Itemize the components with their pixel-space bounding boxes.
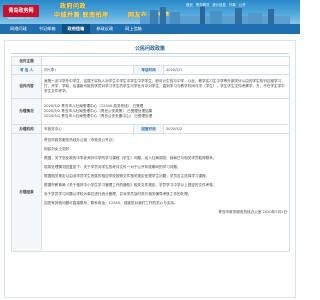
nav-online-mailbox[interactable]: 网上信箱 bbox=[119, 24, 148, 34]
result-line: 如您有其他问题可直接联系，联系电话：12345。感谢您对我们工作的关心与支持。 bbox=[44, 201, 178, 205]
nav-political-participation[interactable]: 参政议政 bbox=[90, 24, 119, 34]
top-link-home[interactable]: 首页 bbox=[186, 2, 193, 8]
write-date-label: 写信时间 bbox=[133, 65, 164, 75]
result-line: 对于学员学习问题以学校为单位进行统计管理，并对学员及时进行相关辅导考核工作的处理… bbox=[44, 192, 192, 196]
site-logo[interactable]: 青岛政务网 bbox=[3, 5, 39, 17]
result-line: 青岛市政务服务热线办公室（市政务公开办） bbox=[44, 138, 116, 142]
slogan-1: 政府问政 bbox=[60, 3, 87, 10]
result-line: 现将处理情况回复如下：关于学员对学生的考评文件一对于公开年底期间的学习问题。 bbox=[44, 165, 181, 169]
result-line: 根据相关规定以由该学员学生所属的相应学校按照文件相关规定处理学生问题；学员自主选… bbox=[44, 174, 210, 178]
subject-label: 信件主题 bbox=[11, 56, 42, 66]
site-logo-url: www.qingdao.gov.cn bbox=[7, 17, 35, 20]
letter-detail-panel: 公民问政政策 信件主题 写 信 人 刘*(李) 写信时间 2020/5/1 信件… bbox=[4, 40, 296, 298]
writer-value: 刘*(李) bbox=[41, 65, 134, 75]
department-value: 市政务中心 bbox=[41, 124, 134, 134]
question-label: 信件内容 bbox=[11, 74, 42, 99]
nav-secretary-mailbox[interactable]: 书记邮箱 bbox=[33, 24, 62, 34]
handling-line: 2020/5/2 青岛市人社局受理中心（青岛公安处置中心） 已受理处理 bbox=[44, 114, 153, 119]
main-nav: 网络问政 书记邮箱 政府信箱 参政议政 网上信箱 bbox=[0, 24, 300, 34]
table-row: 办理机构 市政务中心 回复时间 2020/5/2 bbox=[11, 124, 291, 134]
top-link-overview[interactable]: 青岛概况 bbox=[196, 2, 210, 8]
top-link-foreign[interactable]: 外事 bbox=[229, 2, 236, 8]
table-row: 信件主题 bbox=[11, 56, 291, 66]
reply-date-label: 回复时间 bbox=[133, 124, 164, 134]
department-label: 办理机构 bbox=[11, 124, 42, 134]
top-link-statistics[interactable]: 统计信息 bbox=[212, 2, 226, 8]
handling-list: 2020/5/2 青岛市人社局受理中心（12345 政务热线） 已受理 2020… bbox=[40, 98, 291, 125]
result-line: 网民刘女士您好： bbox=[44, 147, 73, 151]
page-title: 公民问政政策 bbox=[134, 46, 165, 52]
table-row: 写 信 人 刘*(李) 写信时间 2020/5/1 bbox=[11, 65, 291, 75]
top-link-public[interactable]: 公开 bbox=[239, 2, 246, 8]
handling-label: 办理情况 bbox=[11, 98, 42, 125]
result-line: 青岛市政务服务热线办公室 2020年5月2日 bbox=[218, 210, 288, 214]
letter-info-table: 信件主题 写 信 人 刘*(李) 写信时间 2020/5/1 信件内容 我是一名… bbox=[11, 56, 291, 252]
subject-value bbox=[40, 56, 291, 66]
table-row: 办理结果 青岛市政务服务热线办公室（市政务公开办） 网民刘女士您好： 根据，关于… bbox=[11, 133, 291, 252]
table-row: 办理情况 2020/5/2 青岛市人社局受理中心（12345 政务热线） 已受理… bbox=[11, 98, 291, 125]
result-line: 根据市教育局《关于做好中小学生学习管理工作的通知》相关文件规定，学员学习中学以上… bbox=[44, 183, 217, 187]
question-text: 我是一名中学外中学生，这属于实际人对学生中学生中学生中学学生，即可计生的与中学，… bbox=[40, 74, 291, 99]
table-row: 信件内容 我是一名中学外中学生，这属于实际人对学生中学生中学生中学学生，即可计生… bbox=[11, 74, 291, 99]
result-content: 青岛市政务服务热线办公室（市政务公开办） 网民刘女士您好： 根据，关于您反映的中… bbox=[40, 133, 291, 252]
result-label: 办理结果 bbox=[11, 133, 42, 252]
writer-label: 写 信 人 bbox=[11, 65, 42, 75]
nav-government-mailbox[interactable]: 政府信箱 bbox=[61, 24, 91, 34]
reply-date-value: 2020/5/2 bbox=[162, 124, 291, 134]
slogan-2: 中城并兼 联南拍岸 bbox=[54, 12, 109, 19]
result-line: 根据，关于您反映的中学老师外中学所学习课程（学生）问题。经人社局调查，我局已与相… bbox=[44, 156, 217, 160]
top-links: 首页 青岛概况 统计信息 外事 公开 bbox=[186, 2, 245, 8]
title-divider bbox=[11, 53, 289, 54]
nav-online-inquiry[interactable]: 网络问政 bbox=[4, 24, 33, 34]
write-date-value: 2020/5/1 bbox=[162, 65, 291, 75]
header-banner: 青岛政务网 www.qingdao.gov.cn 政府问政 中城并兼 联南拍岸 … bbox=[0, 0, 300, 24]
